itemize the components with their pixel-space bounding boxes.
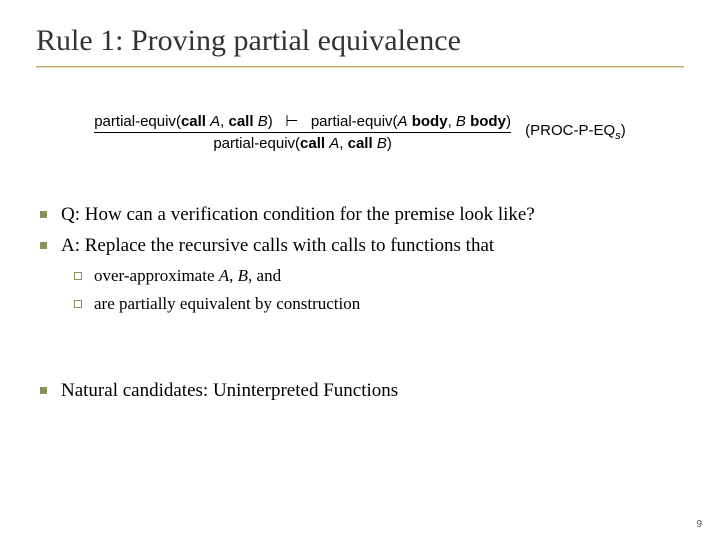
pe-label-3: partial-equiv	[213, 135, 295, 152]
sub1-sep2: ,	[248, 266, 257, 285]
subbullet-overapprox-text: over-approximate A, B, and	[94, 263, 281, 289]
title-underline	[36, 66, 684, 68]
slide-number: 9	[696, 519, 702, 530]
sub1-pre: over-approximate	[94, 266, 219, 285]
slide-title: Rule 1: Proving partial equivalence	[36, 24, 684, 58]
bullet-icon	[40, 211, 47, 218]
rp: )	[268, 113, 273, 130]
nat-text: Uninterpreted Functions	[213, 380, 398, 401]
rule-name: (PROC-P-EQs)	[525, 122, 626, 142]
subbullet-icon	[74, 272, 82, 280]
var-B-2: B	[456, 113, 466, 130]
pe-label: partial-equiv	[94, 113, 176, 130]
call-kw-3: call	[300, 135, 325, 152]
var-A: A	[210, 113, 220, 130]
sub1-B: B	[238, 266, 248, 285]
var-B: B	[258, 113, 268, 130]
inference-rule: partial-equiv(call A, call B) ⊢ partial-…	[36, 112, 684, 152]
pe-label-2: partial-equiv	[311, 113, 393, 130]
comma2: ,	[448, 113, 456, 130]
rn-text: PROC-P-EQ	[530, 122, 615, 139]
sub2-post: by construction	[251, 294, 361, 313]
rp3: )	[387, 135, 392, 152]
bullets: Q: How can a verification condition for …	[40, 200, 684, 405]
rule-line	[94, 132, 511, 133]
slide: Rule 1: Proving partial equivalence part…	[0, 0, 720, 540]
var-A-2: A	[398, 113, 408, 130]
turnstile: ⊢	[285, 113, 298, 130]
call-kw-4: call	[348, 135, 373, 152]
nat-pre: Natural candidates:	[61, 380, 213, 401]
sub2-mid: partially equivalent	[119, 294, 251, 313]
body-kw: body	[412, 113, 448, 130]
rule-premise: partial-equiv(call A, call B) ⊢ partial-…	[94, 112, 511, 130]
var-A-3: A	[329, 135, 339, 152]
rp2: )	[506, 113, 511, 130]
rn-close: )	[621, 122, 626, 139]
subbullet-overapprox: over-approximate A, B, and	[74, 263, 684, 289]
rule-conclusion: partial-equiv(call A, call B)	[94, 135, 511, 152]
bullet-natural-candidates-text: Natural candidates: Uninterpreted Functi…	[61, 376, 398, 405]
body-kw-2: body	[470, 113, 506, 130]
bullet-answer: A: Replace the recursive calls with call…	[40, 231, 684, 260]
comma: ,	[220, 113, 228, 130]
sub1-A: A	[219, 266, 229, 285]
bullet-question-text: Q: How can a verification condition for …	[61, 200, 535, 229]
var-B-3: B	[377, 135, 387, 152]
spacer	[40, 320, 684, 376]
call-kw: call	[181, 113, 206, 130]
sub1-post: and	[257, 266, 282, 285]
bullet-natural-candidates: Natural candidates: Uninterpreted Functi…	[40, 376, 684, 405]
call-kw-2: call	[229, 113, 254, 130]
subbullet-partial-equiv-text: are partially equivalent by construction	[94, 291, 360, 317]
bullet-icon	[40, 242, 47, 249]
subbullet-icon	[74, 300, 82, 308]
comma3: ,	[339, 135, 347, 152]
sub1-sep: ,	[229, 266, 238, 285]
bullet-answer-text: A: Replace the recursive calls with call…	[61, 231, 494, 260]
sub2-pre: are	[94, 294, 119, 313]
subbullet-partial-equiv: are partially equivalent by construction	[74, 291, 684, 317]
bullet-question: Q: How can a verification condition for …	[40, 200, 684, 229]
rule-fraction: partial-equiv(call A, call B) ⊢ partial-…	[94, 112, 511, 152]
bullet-icon	[40, 387, 47, 394]
